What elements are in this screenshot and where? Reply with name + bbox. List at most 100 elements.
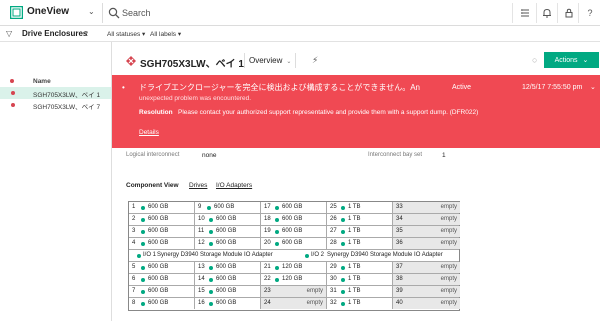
critical-status-icon — [11, 103, 15, 107]
drive-bay[interactable]: 35 empty — [393, 226, 460, 237]
ok-status-icon — [305, 254, 309, 258]
drive-bay[interactable]: 19 600 GB — [261, 226, 327, 237]
label-filter[interactable]: All labels ▾ — [150, 30, 181, 38]
drive-bay[interactable]: 20 600 GB — [261, 238, 327, 249]
drive-bay[interactable]: 11 600 GB — [195, 226, 261, 237]
drive-bay[interactable]: 17 600 GB — [261, 202, 327, 213]
drive-bay[interactable]: 13 600 GB — [195, 262, 261, 273]
drive-bay[interactable]: 14 600 GB — [195, 274, 261, 285]
notifications-icon[interactable] — [540, 6, 554, 20]
ok-status-icon — [275, 230, 279, 234]
bay-number: 34 — [396, 216, 403, 222]
drive-bay[interactable]: 2 600 GB — [129, 214, 195, 225]
drive-bay[interactable]: 4 600 GB — [129, 238, 195, 249]
drive-bay[interactable]: 26 1 TB — [327, 214, 393, 225]
tab-io-adapters[interactable]: I/O Adapters — [216, 182, 252, 189]
ok-status-icon — [275, 242, 279, 246]
actions-button[interactable]: Actions ⌄ — [544, 52, 599, 68]
view-selector[interactable]: Overview ⌄ — [244, 53, 297, 68]
chevron-down-icon: ⌄ — [286, 59, 292, 65]
drive-capacity: 1 TB — [348, 300, 361, 306]
drive-bay[interactable]: 29 1 TB — [327, 262, 393, 273]
drive-bay[interactable]: 16 600 GB — [195, 298, 261, 309]
drive-bay[interactable]: 21 120 GB — [261, 262, 327, 273]
ok-status-icon — [141, 266, 145, 270]
app-name[interactable]: OneView — [27, 6, 69, 17]
list-item-label: SGH705X3LW、ベイ 1 — [33, 92, 101, 99]
ok-status-icon — [141, 206, 145, 210]
drive-bay[interactable]: 12 600 GB — [195, 238, 261, 249]
drive-bay[interactable]: 38 empty — [393, 274, 460, 285]
ok-status-icon — [207, 206, 211, 210]
drive-bay[interactable]: 25 1 TB — [327, 202, 393, 213]
bay-row: 3 600 GB 11 600 GB 19 600 GB 27 1 TB 35 empty — [129, 226, 460, 238]
property-label: Logical interconnect — [126, 152, 180, 158]
list-item[interactable]: SGH705X3LW、ベイ 1 — [0, 87, 111, 99]
drive-bay[interactable]: 9 600 GB — [195, 202, 261, 213]
bay-number: 31 — [330, 288, 337, 294]
bay-number: 33 — [396, 204, 403, 210]
bay-row: 5 600 GB 13 600 GB 21 120 GB 29 1 TB 37 empty — [129, 262, 460, 274]
resource-title: Drive Enclosures — [22, 29, 88, 38]
drive-bay[interactable]: 27 1 TB — [327, 226, 393, 237]
drive-bay[interactable]: 40 empty — [393, 298, 460, 309]
bay-empty-label: empty — [440, 288, 457, 294]
search-input[interactable] — [122, 6, 372, 20]
drive-bay[interactable]: 39 empty — [393, 286, 460, 297]
drive-bay[interactable]: 10 600 GB — [195, 214, 261, 225]
lock-icon[interactable] — [562, 6, 576, 20]
drive-bay[interactable]: 7 600 GB — [129, 286, 195, 297]
critical-alert-banner: • ドライブエンクロージャーを完全に検出および構成することができません。An A… — [112, 75, 600, 148]
drive-capacity: 600 GB — [148, 204, 169, 210]
drive-bay[interactable]: 37 empty — [393, 262, 460, 273]
drive-bay[interactable]: 22 120 GB — [261, 274, 327, 285]
view-selector-label: Overview — [249, 56, 283, 65]
drive-bay[interactable]: 15 600 GB — [195, 286, 261, 297]
collapse-chevron-icon[interactable]: ⌄ — [590, 83, 596, 91]
drive-bay[interactable]: 8 600 GB — [129, 298, 195, 309]
help-icon[interactable]: ? — [583, 6, 597, 20]
ok-status-icon — [275, 266, 279, 270]
status-filter[interactable]: All statuses ▾ — [107, 30, 145, 38]
list-item-label: SGH705X3LW、ベイ 7 — [33, 104, 101, 111]
uid-light-icon[interactable]: ○ — [532, 55, 537, 65]
drive-capacity: 600 GB — [148, 240, 169, 246]
ok-status-icon — [275, 278, 279, 282]
filter-icon[interactable]: ▽ — [6, 29, 12, 38]
drive-bay-grid: 1 600 GB 9 600 GB 17 600 GB 25 1 TB 33 empty 2 600 … — [128, 201, 460, 311]
activity-icon[interactable] — [518, 6, 532, 20]
drive-bay[interactable]: 28 1 TB — [327, 238, 393, 249]
name-column-header[interactable]: Name — [33, 78, 51, 85]
drive-bay[interactable]: 36 empty — [393, 238, 460, 249]
drive-bay[interactable]: 6 600 GB — [129, 274, 195, 285]
alert-title: ドライブエンクロージャーを完全に検出および構成することができません。An — [139, 83, 420, 92]
resource-list: Name SGH705X3LW、ベイ 1 SGH705X3LW、ベイ 7 — [0, 42, 112, 321]
list-item[interactable]: SGH705X3LW、ベイ 7 — [0, 99, 111, 111]
bay-number: 26 — [330, 216, 337, 222]
ok-status-icon — [341, 242, 345, 246]
drive-bay[interactable]: 30 1 TB — [327, 274, 393, 285]
drive-bay[interactable]: 32 1 TB — [327, 298, 393, 309]
io-adapter-row: I/O 1 Synergy D3940 Storage Module IO Ada… — [129, 250, 459, 262]
drive-bay[interactable]: 1 600 GB — [129, 202, 195, 213]
app-menu-chevron-icon[interactable]: ⌄ — [88, 7, 95, 16]
property-label: Interconnect bay set — [368, 152, 423, 158]
bay-number: 5 — [132, 264, 136, 270]
bay-empty-label: empty — [440, 276, 457, 282]
details-link[interactable]: Details — [139, 129, 159, 136]
ok-status-icon — [209, 290, 213, 294]
drive-bay[interactable]: 5 600 GB — [129, 262, 195, 273]
hpe-logo-icon[interactable] — [10, 6, 23, 19]
drive-bay[interactable]: 23 empty — [261, 286, 327, 297]
bay-number: 28 — [330, 240, 337, 246]
tab-drives[interactable]: Drives — [189, 182, 207, 189]
drive-bay[interactable]: 31 1 TB — [327, 286, 393, 297]
critical-status-icon — [126, 56, 136, 66]
drive-bay[interactable]: 18 600 GB — [261, 214, 327, 225]
bay-number: 1 — [132, 204, 136, 210]
map-view-icon[interactable]: ⚡ — [312, 55, 318, 66]
drive-bay[interactable]: 34 empty — [393, 214, 460, 225]
drive-bay[interactable]: 24 empty — [261, 298, 327, 309]
drive-bay[interactable]: 33 empty — [393, 202, 460, 213]
drive-bay[interactable]: 3 600 GB — [129, 226, 195, 237]
